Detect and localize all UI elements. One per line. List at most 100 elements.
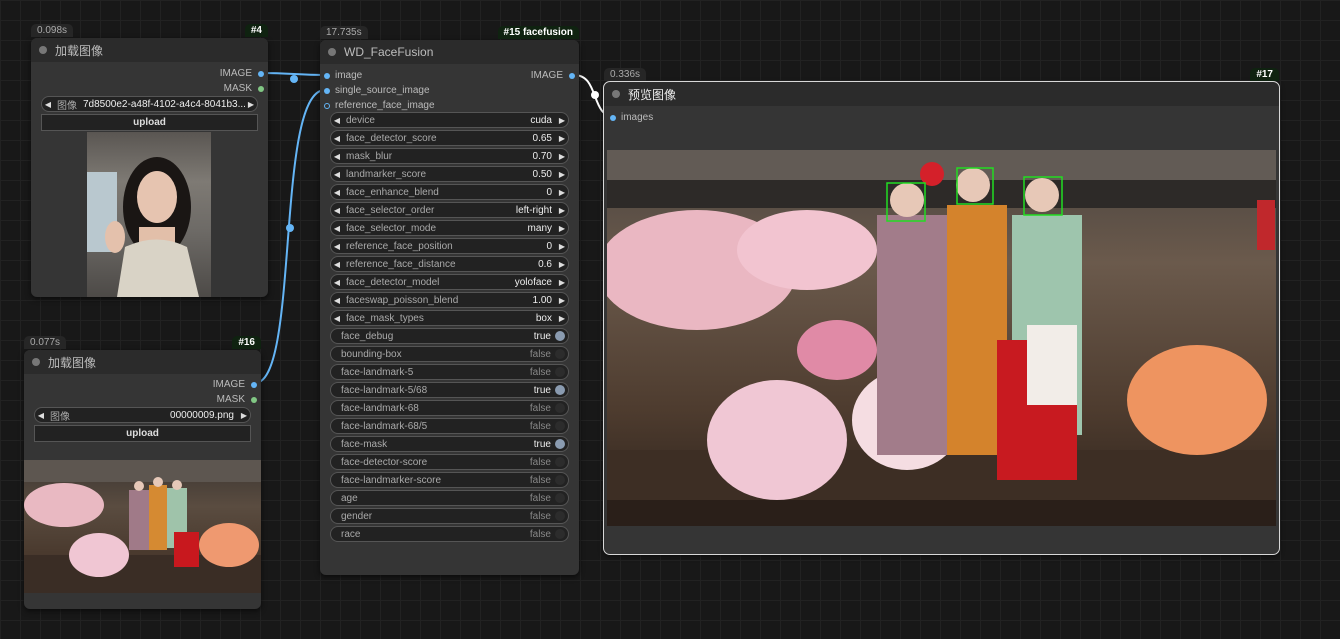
input-images-slot[interactable]: images	[610, 112, 653, 123]
toggle-knob-icon[interactable]	[555, 457, 565, 467]
node-title-bar[interactable]: 加载图像	[31, 38, 268, 62]
right-arrow-icon[interactable]: ▶	[556, 170, 568, 179]
toggle-face-landmark-5[interactable]: face-landmark-5 false	[330, 364, 569, 380]
toggle-knob-icon[interactable]	[555, 385, 565, 395]
image-slot-dot-icon[interactable]	[324, 102, 330, 109]
image-slot-dot-icon[interactable]	[251, 381, 257, 388]
left-arrow-icon[interactable]: ◀	[331, 206, 343, 215]
left-arrow-icon[interactable]: ◀	[331, 188, 343, 197]
left-arrow-icon[interactable]: ◀	[331, 260, 343, 269]
toggle-knob-icon[interactable]	[555, 367, 565, 377]
right-arrow-icon[interactable]: ▶	[556, 134, 568, 143]
output-mask-slot[interactable]: MASK	[217, 394, 257, 405]
toggle-face-detector-score[interactable]: face-detector-score false	[330, 454, 569, 470]
right-arrow-icon[interactable]: ▶	[556, 260, 568, 269]
collapse-dot-icon[interactable]	[39, 46, 47, 54]
upload-button[interactable]: upload	[41, 114, 258, 131]
output-image-slot[interactable]: IMAGE	[220, 68, 264, 79]
output-image-slot[interactable]: IMAGE	[213, 379, 257, 390]
combo-face-selector-order[interactable]: ◀ face_selector_order left-right ▶	[330, 202, 569, 218]
output-mask-slot[interactable]: MASK	[224, 83, 264, 94]
input-image-slot[interactable]: image	[324, 70, 362, 81]
combo-device[interactable]: ◀ device cuda ▶	[330, 112, 569, 128]
left-arrow-icon[interactable]: ◀	[331, 224, 343, 233]
toggle-knob-icon[interactable]	[555, 475, 565, 485]
left-arrow-icon[interactable]: ◀	[331, 278, 343, 287]
left-arrow-icon[interactable]: ◀	[331, 314, 343, 323]
facefusion-node-15[interactable]: 17.735s #15 facefusion WD_FaceFusion ima…	[320, 26, 579, 575]
right-arrow-icon[interactable]: ▶	[556, 188, 568, 197]
toggle-gender[interactable]: gender false	[330, 508, 569, 524]
collapse-dot-icon[interactable]	[328, 48, 336, 56]
collapse-dot-icon[interactable]	[612, 90, 620, 98]
combo-reference-face-position[interactable]: ◀ reference_face_position 0 ▶	[330, 238, 569, 254]
node-title-bar[interactable]: 加载图像	[24, 350, 261, 374]
toggle-knob-icon[interactable]	[555, 493, 565, 503]
image-slot-dot-icon[interactable]	[569, 72, 575, 79]
image-slot-dot-icon[interactable]	[610, 114, 616, 121]
node-title-bar[interactable]: WD_FaceFusion	[320, 40, 579, 64]
combo-face-enhance-blend[interactable]: ◀ face_enhance_blend 0 ▶	[330, 184, 569, 200]
right-arrow-icon[interactable]: ▶	[556, 116, 568, 125]
right-arrow-icon[interactable]: ▶	[556, 152, 568, 161]
preview-image-node-17[interactable]: 0.336s #17 预览图像 images	[603, 68, 1280, 555]
combo-value: 0.70	[532, 150, 552, 162]
mask-slot-dot-icon[interactable]	[251, 396, 257, 403]
image-combo[interactable]: ◀ 图像 00000009.png ▶	[34, 407, 251, 423]
right-arrow-icon[interactable]: ▶	[556, 206, 568, 215]
toggle-face-mask[interactable]: face-mask true	[330, 436, 569, 452]
combo-face-detector-model[interactable]: ◀ face_detector_model yoloface ▶	[330, 274, 569, 290]
left-arrow-icon[interactable]: ◀	[331, 152, 343, 161]
toggle-value: true	[533, 438, 551, 450]
combo-face-detector-score[interactable]: ◀ face_detector_score 0.65 ▶	[330, 130, 569, 146]
toggle-knob-icon[interactable]	[555, 331, 565, 341]
toggle-knob-icon[interactable]	[555, 403, 565, 413]
mask-slot-dot-icon[interactable]	[258, 85, 264, 92]
right-arrow-icon[interactable]: ▶	[556, 296, 568, 305]
left-arrow-icon[interactable]: ◀	[331, 116, 343, 125]
toggle-face-debug[interactable]: face_debug true	[330, 328, 569, 344]
output-image-slot[interactable]: IMAGE	[531, 70, 575, 81]
right-arrow-icon[interactable]: ▶	[245, 100, 257, 109]
left-arrow-icon[interactable]: ◀	[331, 170, 343, 179]
toggle-knob-icon[interactable]	[555, 529, 565, 539]
toggle-face-landmarker-score[interactable]: face-landmarker-score false	[330, 472, 569, 488]
image-combo[interactable]: ◀ 图像 7d8500e2-a48f-4102-a4c4-8041b3... ▶	[41, 96, 258, 112]
toggle-knob-icon[interactable]	[555, 511, 565, 521]
right-arrow-icon[interactable]: ▶	[556, 224, 568, 233]
left-arrow-icon[interactable]: ◀	[42, 100, 54, 109]
right-arrow-icon[interactable]: ▶	[238, 411, 250, 420]
combo-mask-blur[interactable]: ◀ mask_blur 0.70 ▶	[330, 148, 569, 164]
toggle-face-landmark-68-5[interactable]: face-landmark-68/5 false	[330, 418, 569, 434]
node-title-bar[interactable]: 预览图像	[604, 82, 1279, 106]
image-slot-dot-icon[interactable]	[258, 70, 264, 77]
toggle-face-landmark-5-68[interactable]: face-landmark-5/68 true	[330, 382, 569, 398]
combo-face-mask-types[interactable]: ◀ face_mask_types box ▶	[330, 310, 569, 326]
toggle-knob-icon[interactable]	[555, 439, 565, 449]
input-reference-face-slot[interactable]: reference_face_image	[324, 100, 435, 111]
load-image-node-4[interactable]: 0.098s #4 加载图像 IMAGE MASK ◀ 图像 7d8500e2-…	[31, 24, 268, 297]
right-arrow-icon[interactable]: ▶	[556, 314, 568, 323]
right-arrow-icon[interactable]: ▶	[556, 278, 568, 287]
left-arrow-icon[interactable]: ◀	[331, 296, 343, 305]
image-slot-dot-icon[interactable]	[324, 72, 330, 79]
toggle-knob-icon[interactable]	[555, 421, 565, 431]
combo-reference-face-distance[interactable]: ◀ reference_face_distance 0.6 ▶	[330, 256, 569, 272]
combo-face-selector-mode[interactable]: ◀ face_selector_mode many ▶	[330, 220, 569, 236]
left-arrow-icon[interactable]: ◀	[331, 134, 343, 143]
input-single-source-slot[interactable]: single_source_image	[324, 85, 430, 96]
toggle-age[interactable]: age false	[330, 490, 569, 506]
toggle-face-landmark-68[interactable]: face-landmark-68 false	[330, 400, 569, 416]
toggle-race[interactable]: race false	[330, 526, 569, 542]
toggle-bounding-box[interactable]: bounding-box false	[330, 346, 569, 362]
combo-faceswap-poisson-blend[interactable]: ◀ faceswap_poisson_blend 1.00 ▶	[330, 292, 569, 308]
toggle-knob-icon[interactable]	[555, 349, 565, 359]
combo-landmarker-score[interactable]: ◀ landmarker_score 0.50 ▶	[330, 166, 569, 182]
left-arrow-icon[interactable]: ◀	[331, 242, 343, 251]
image-slot-dot-icon[interactable]	[324, 87, 330, 94]
load-image-node-16[interactable]: 0.077s #16 加载图像 IMAGE MASK ◀ 图像 00000009…	[24, 336, 261, 609]
right-arrow-icon[interactable]: ▶	[556, 242, 568, 251]
left-arrow-icon[interactable]: ◀	[35, 411, 47, 420]
collapse-dot-icon[interactable]	[32, 358, 40, 366]
upload-button[interactable]: upload	[34, 425, 251, 442]
